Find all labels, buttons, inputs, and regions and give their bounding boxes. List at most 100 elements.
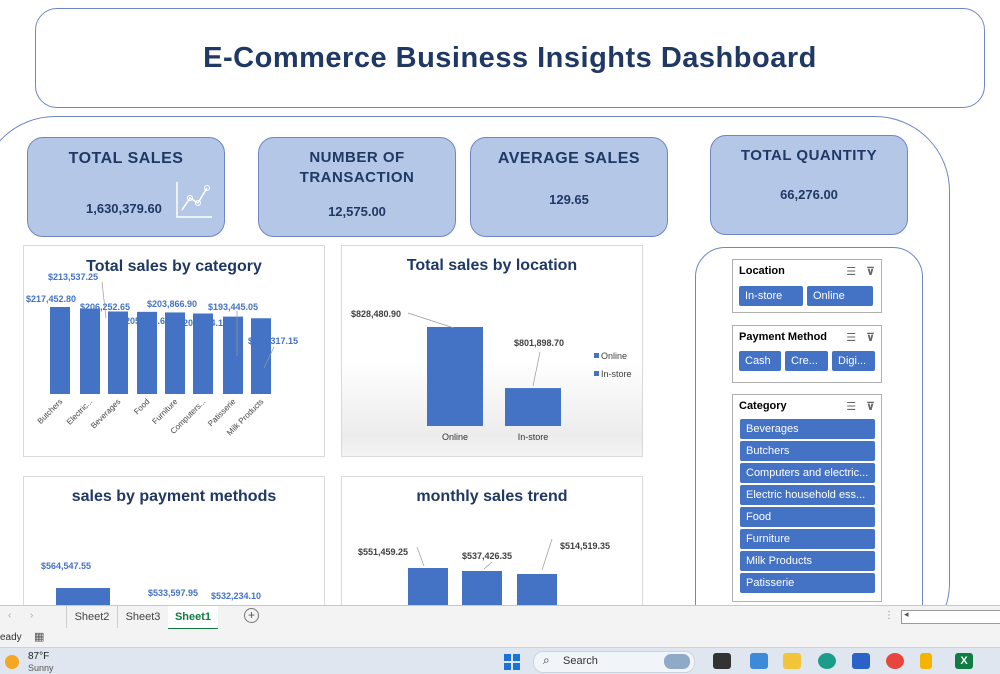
slicer-item-credit[interactable]: Cre... [785, 351, 828, 371]
bar [505, 388, 561, 426]
tick-label: In-store [518, 432, 549, 442]
chart-panel-monthly[interactable]: monthly sales trend $551,459.25 $537,426.… [341, 476, 643, 607]
weather-sun-icon[interactable] [5, 655, 19, 669]
leader-line [101, 281, 107, 319]
slicer-item-beverages[interactable]: Beverages [740, 419, 875, 439]
data-label: $537,426.35 [462, 551, 512, 561]
slicer-category-title: Category [739, 400, 787, 412]
tick-label: Online [442, 432, 468, 442]
slicer-location[interactable]: Location ☰ ⊽ In-store Online [732, 259, 882, 313]
add-sheet-icon[interactable]: + [244, 608, 259, 623]
slicer-payment-method[interactable]: Payment Method ☰ ⊽ Cash Cre... Digi... [732, 325, 882, 383]
data-label: $564,547.55 [41, 561, 91, 571]
slicer-item-food[interactable]: Food [740, 507, 875, 527]
legend-swatch [594, 353, 599, 358]
data-label: $213,537.25 [48, 272, 98, 282]
multi-select-icon[interactable]: ☰ [846, 331, 856, 344]
slicer-item-patisserie[interactable]: Patisserie [740, 573, 875, 593]
legend-item: In-store [601, 369, 632, 379]
chrome-icon[interactable] [886, 653, 904, 669]
kpi-transactions-value: 12,575.00 [328, 204, 386, 219]
kpi-total-quantity-value: 66,276.00 [780, 187, 838, 202]
dashboard-title-box: E-Commerce Business Insights Dashboard [35, 8, 985, 108]
slicer-item-cash[interactable]: Cash [739, 351, 781, 371]
location-chart: Online $828,480.90 In-store $801,898.70 Onli… [351, 309, 632, 442]
leader-line [416, 546, 425, 567]
bar [462, 571, 502, 607]
data-label: $203,866.90 [147, 299, 197, 309]
leader-line [541, 538, 553, 571]
search-icon: ⌕ [543, 653, 550, 667]
data-label: $532,234.10 [211, 591, 261, 601]
bar [408, 568, 448, 607]
bar [517, 574, 557, 607]
legend-item: Online [601, 351, 627, 361]
clear-filter-icon[interactable]: ⊽ [866, 265, 875, 278]
data-label: $551,459.25 [358, 547, 408, 557]
clear-filter-icon[interactable]: ⊽ [866, 400, 875, 413]
data-label: $828,480.90 [351, 309, 401, 319]
file-explorer-icon[interactable] [783, 653, 801, 669]
more-options-icon[interactable]: ⋮ [884, 610, 894, 621]
accessibility-icon[interactable]: ▦ [34, 630, 44, 643]
dashboard-title: E-Commerce Business Insights Dashboard [203, 41, 817, 74]
weather-temp[interactable]: 87°F [28, 651, 49, 662]
bar [80, 308, 100, 394]
leader-line [407, 312, 455, 329]
multi-select-icon[interactable]: ☰ [846, 265, 856, 278]
power-bi-icon[interactable] [920, 653, 932, 669]
sheet-tab-bar: ‹ › Sheet2 Sheet3 Sheet1 + ⋮ ◂ [0, 605, 1000, 630]
kpi-transactions-label-1: NUMBER OF [309, 149, 405, 166]
weather-desc[interactable]: Sunny [28, 663, 54, 673]
status-text: eady [0, 632, 22, 643]
chart-panel-payment[interactable]: sales by payment methods $564,547.55 $533… [23, 476, 325, 607]
status-bar: eady ▦ [0, 629, 1000, 647]
kpi-average-sales: AVERAGE SALES 129.65 [470, 137, 668, 237]
sheet-tab-sheet3[interactable]: Sheet3 [117, 606, 168, 628]
slicer-item-electric[interactable]: Electric household ess... [740, 485, 875, 505]
taskbar-search-box[interactable]: ⌕ Search [533, 651, 695, 673]
excel-icon[interactable]: X [955, 653, 973, 669]
data-label: $217,452.80 [26, 294, 76, 304]
slicer-category[interactable]: Category ☰ ⊽ Beverages Butchers Computers… [732, 394, 882, 602]
bar [427, 327, 483, 426]
slicer-item-in-store[interactable]: In-store [739, 286, 803, 306]
scroll-left-icon[interactable]: ◂ [904, 609, 909, 620]
payment-chart: $564,547.55 $533,597.95 $532,234.10 [41, 561, 261, 607]
slicer-item-digital[interactable]: Digi... [832, 351, 875, 371]
chart-panel-location[interactable]: Total sales by location Online $828,480.9… [341, 245, 643, 457]
data-label: $189,317.15 [248, 336, 298, 346]
slicer-item-milk-products[interactable]: Milk Products [740, 551, 875, 571]
slicer-item-furniture[interactable]: Furniture [740, 529, 875, 549]
sheet-tab-sheet1[interactable]: Sheet1 [168, 606, 218, 630]
category-chart: $217,452.80Butchers$213,537.25Electric..… [26, 272, 298, 437]
leader-line [483, 561, 493, 570]
data-label: $801,898.70 [514, 338, 564, 348]
chart-panel-category[interactable]: Total sales by category $217,452.80 Butch… [23, 245, 325, 457]
start-windows-icon[interactable] [504, 654, 520, 670]
data-label: $193,445.05 [208, 302, 258, 312]
search-placeholder: Search [563, 655, 598, 667]
multi-select-icon[interactable]: ☰ [846, 400, 856, 413]
leader-line [532, 351, 541, 387]
copilot-icon[interactable] [750, 653, 768, 669]
kpi-transactions-label-2: TRANSACTION [299, 169, 415, 186]
task-view-icon[interactable] [713, 653, 731, 669]
sheet-tab-sheet2[interactable]: Sheet2 [66, 606, 117, 628]
slicer-item-butchers[interactable]: Butchers [740, 441, 875, 461]
horizontal-scrollbar[interactable]: ◂ [901, 609, 1000, 624]
kpi-total-sales: TOTAL SALES 1,630,379.60 [27, 137, 225, 237]
clear-filter-icon[interactable]: ⊽ [866, 331, 875, 344]
kpi-total-quantity-label: TOTAL QUANTITY [740, 147, 878, 164]
kpi-total-sales-label: TOTAL SALES [68, 150, 184, 167]
line-chart-icon [176, 182, 212, 218]
tick-label: Beverages [89, 397, 122, 430]
edge-browser-icon[interactable] [818, 653, 836, 669]
slicer-item-online[interactable]: Online [807, 286, 873, 306]
kpi-total-quantity: TOTAL QUANTITY 66,276.00 [710, 135, 908, 235]
prev-sheet-icon[interactable]: ‹ [8, 610, 11, 621]
store-icon[interactable] [852, 653, 870, 669]
bar [50, 307, 70, 394]
slicer-item-computers[interactable]: Computers and electric... [740, 463, 875, 483]
next-sheet-icon[interactable]: › [30, 610, 33, 621]
